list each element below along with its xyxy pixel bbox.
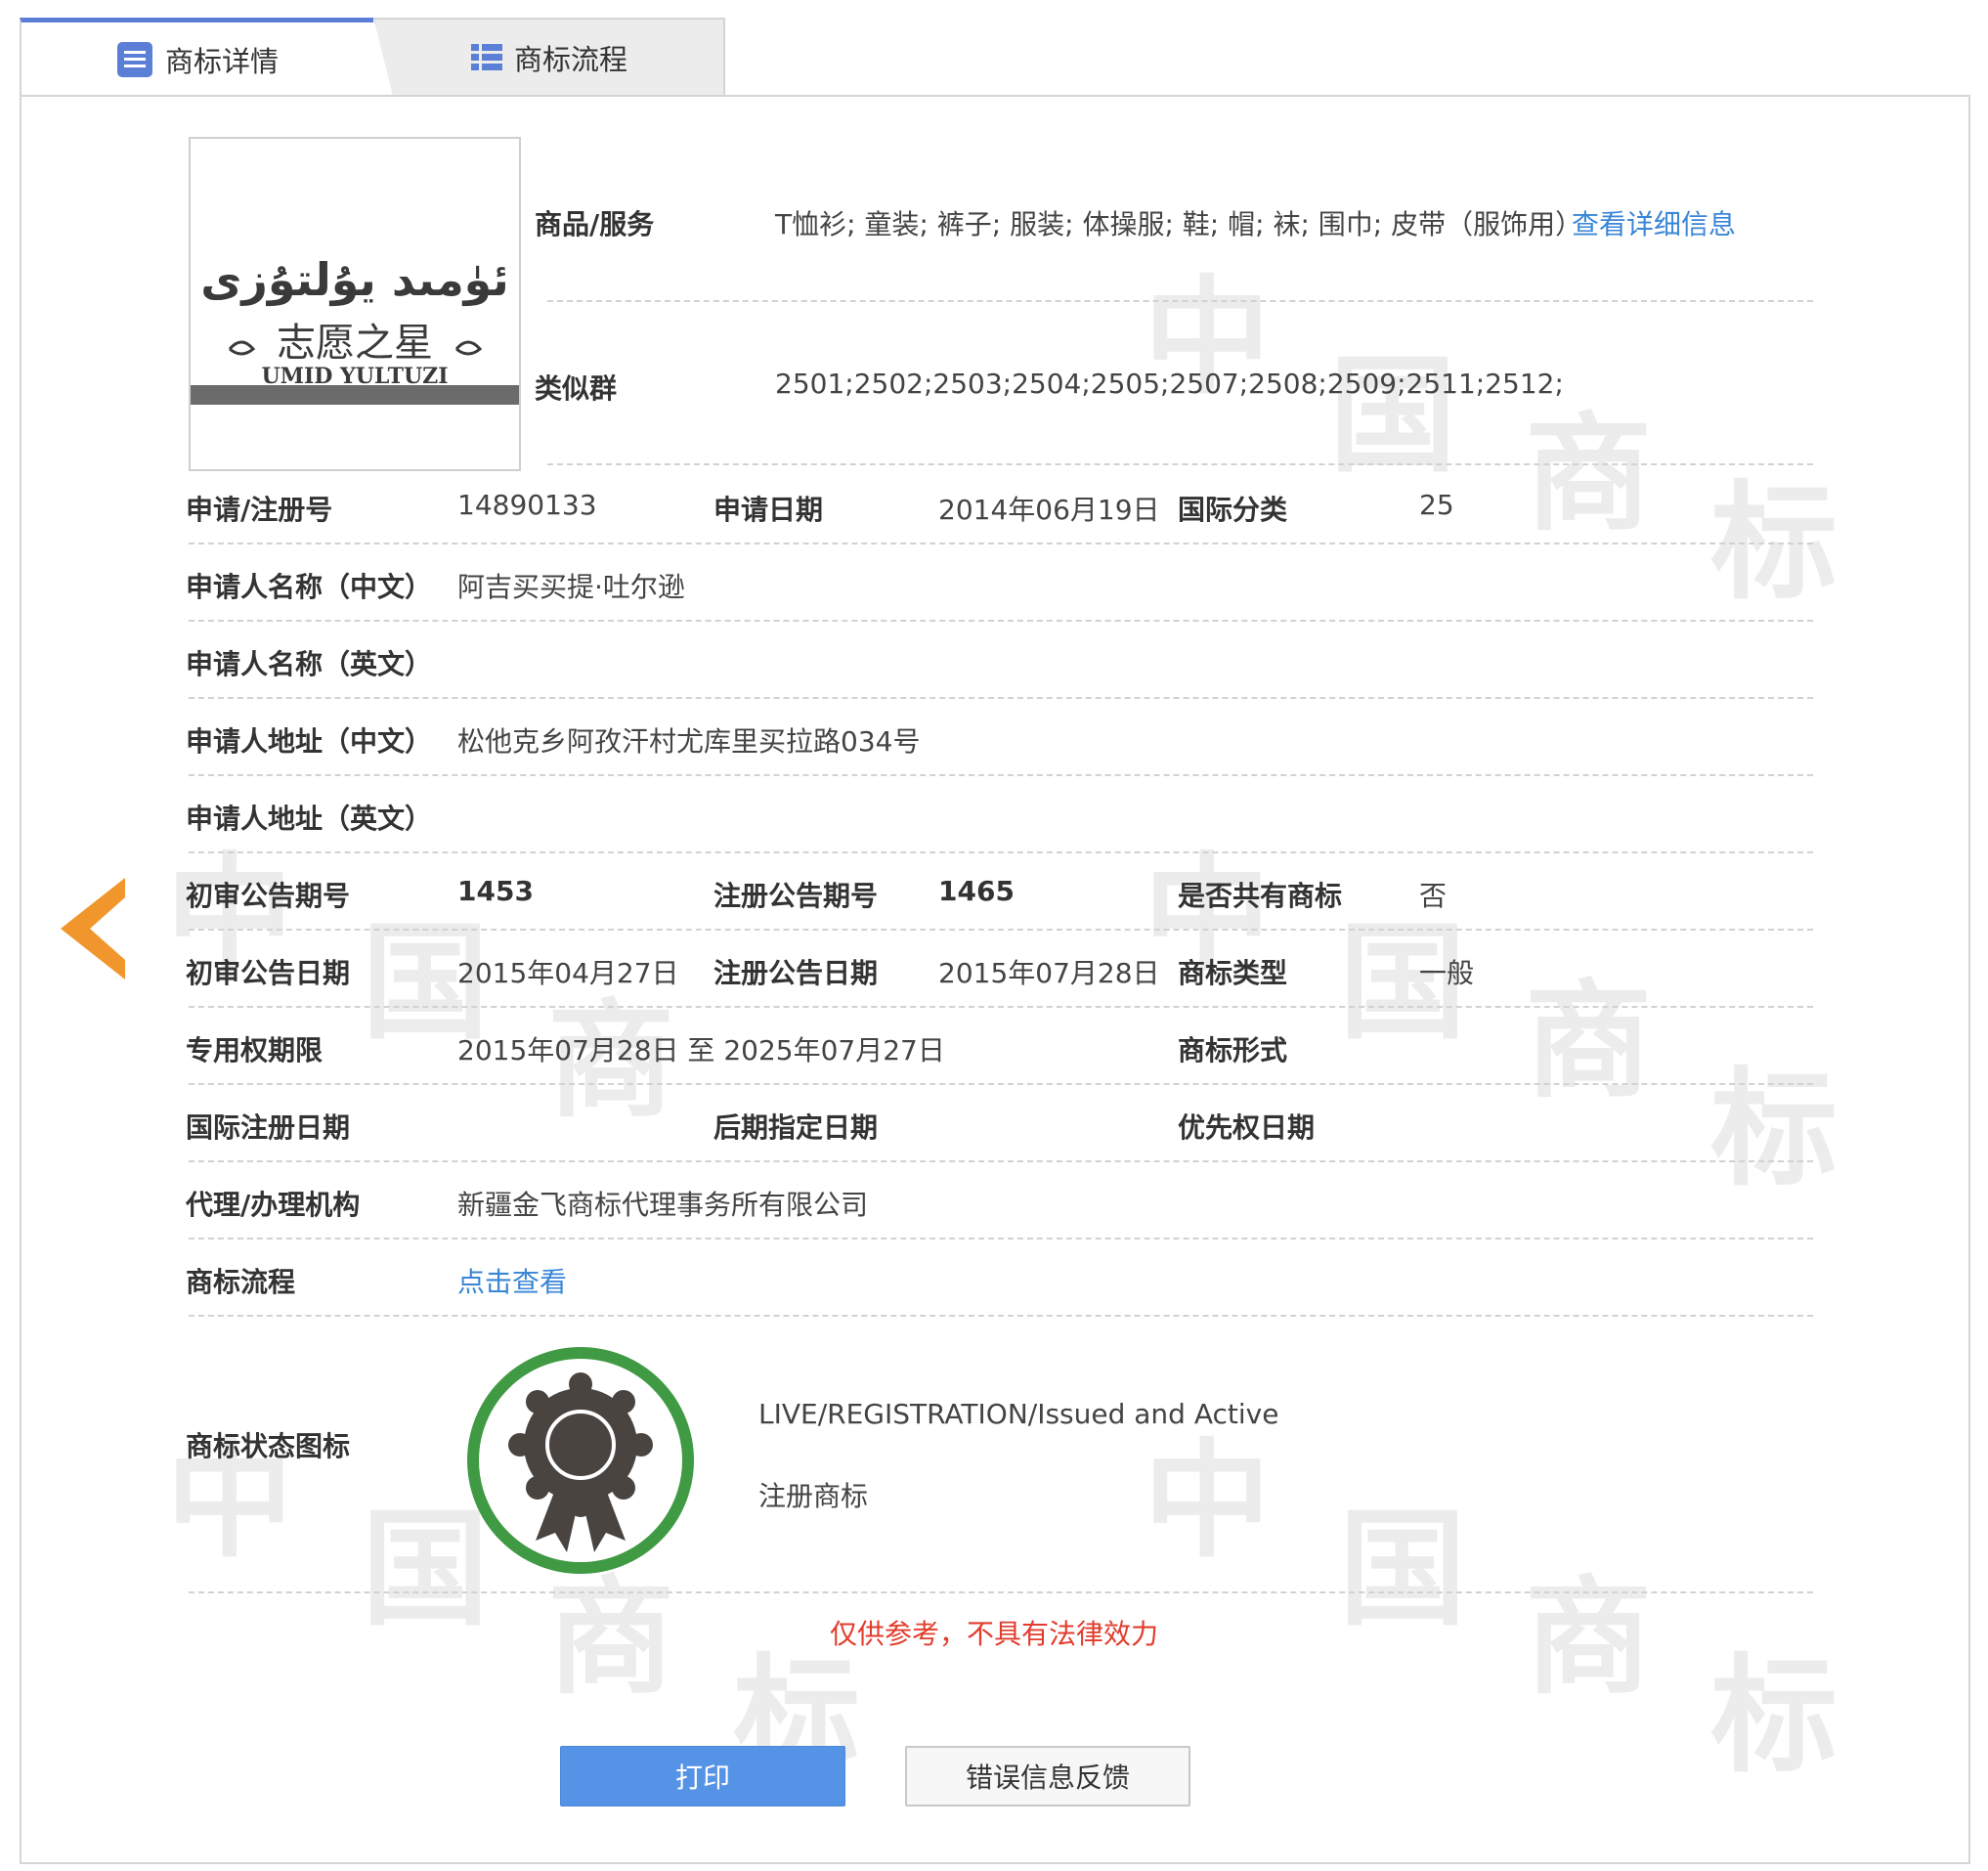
applicant-en-label: 申请人名称（英文）	[186, 648, 433, 680]
prelim-issue-value: 1453	[457, 875, 534, 907]
divider	[189, 697, 1813, 699]
reg-date-label: 注册公告日期	[713, 957, 879, 989]
status-en-value: LIVE/REGISTRATION/Issued and Active	[758, 1398, 1279, 1430]
legal-notice: 仅供参考，不具有法律效力	[829, 1618, 1158, 1650]
reg-issue-label: 注册公告期号	[713, 880, 879, 912]
prelim-date-label: 初审公告日期	[186, 957, 351, 989]
flow-list-icon	[470, 42, 502, 73]
divider	[189, 543, 1813, 544]
divider	[189, 1238, 1813, 1240]
similar-group-label: 类似群	[535, 372, 618, 405]
logo-chinese-text: 志愿之星	[277, 321, 433, 366]
divider	[189, 1160, 1813, 1162]
tm-type-value: 一般	[1419, 957, 1475, 989]
similar-group-value: 2501;2502;2503;2504;2505;2507;2508;2509;…	[775, 368, 1564, 400]
divider	[189, 1083, 1813, 1085]
divider	[547, 463, 1813, 465]
applicant-cn-value: 阿吉买买提·吐尔逊	[457, 571, 685, 603]
applicant-cn-label: 申请人名称（中文）	[186, 571, 433, 603]
agency-value: 新疆金飞商标代理事务所有限公司	[457, 1189, 869, 1221]
view-details-link[interactable]: 查看详细信息	[1572, 203, 1736, 242]
prelim-date-value: 2015年04月27日	[457, 957, 679, 989]
address-en-label: 申请人地址（英文）	[186, 803, 433, 835]
process-label: 商标流程	[186, 1266, 296, 1298]
goods-value: T恤衫; 童装; 裤子; 服装; 体操服; 鞋; 帽; 袜; 围巾; 皮带（服饰…	[775, 208, 1583, 240]
divider	[189, 1591, 1813, 1593]
divider	[189, 620, 1813, 622]
status-icon-label: 商标状态图标	[186, 1430, 351, 1462]
priority-date-label: 优先权日期	[1178, 1111, 1316, 1144]
reg-no-value: 14890133	[457, 489, 597, 521]
tab-label: 商标流程	[513, 43, 627, 76]
tab-trademark-process[interactable]: 商标流程	[373, 18, 725, 96]
divider	[189, 1315, 1813, 1317]
tab-trademark-details[interactable]: 商标详情	[20, 18, 373, 96]
goods-label: 商品/服务	[535, 208, 655, 240]
watermark-char: 标	[1710, 468, 1838, 617]
tm-form-label: 商标形式	[1178, 1034, 1288, 1066]
divider	[189, 774, 1813, 776]
address-cn-label: 申请人地址（中文）	[186, 725, 433, 758]
shared-label: 是否共有商标	[1178, 880, 1343, 912]
trademark-image: ئۈمىد يۇلتۇزى 志愿之星 UMID YULTUZI	[189, 137, 521, 471]
agency-label: 代理/办理机构	[186, 1189, 361, 1221]
reg-no-label: 申请/注册号	[186, 494, 333, 526]
tab-bar: 商标详情 商标流程	[20, 18, 725, 96]
reg-issue-value: 1465	[938, 875, 1015, 907]
registered-badge-icon	[465, 1345, 696, 1580]
error-feedback-button[interactable]: 错误信息反馈	[905, 1746, 1190, 1806]
later-designation-label: 后期指定日期	[713, 1111, 879, 1144]
divider	[189, 929, 1813, 931]
print-button[interactable]: 打印	[560, 1746, 845, 1806]
reg-date-value: 2015年07月28日	[938, 957, 1160, 989]
intl-class-label: 国际分类	[1178, 494, 1288, 526]
prelim-issue-label: 初审公告期号	[186, 880, 351, 912]
intl-reg-date-label: 国际注册日期	[186, 1111, 351, 1144]
watermark-char: 商	[1525, 967, 1653, 1115]
shared-value: 否	[1419, 880, 1448, 912]
app-date-label: 申请日期	[713, 494, 824, 526]
intl-class-value: 25	[1419, 489, 1454, 521]
logo-uyghur-text: ئۈمىد يۇلتۇزى	[200, 253, 509, 306]
watermark-char: 国	[1329, 341, 1457, 490]
back-arrow-icon[interactable]	[61, 878, 125, 983]
address-cn-value: 松他克乡阿孜汗村尤库里买拉路034号	[457, 725, 921, 758]
tm-type-label: 商标类型	[1178, 957, 1288, 989]
tab-label: 商标详情	[164, 44, 279, 78]
watermark-char: 标	[1710, 1055, 1838, 1203]
divider	[189, 851, 1813, 853]
status-cn-value: 注册商标	[758, 1480, 869, 1512]
exclusive-period-value: 2015年07月28日 至 2025年07月27日	[457, 1034, 945, 1066]
app-date-value: 2014年06月19日	[938, 494, 1160, 526]
view-process-link[interactable]: 点击查看	[457, 1261, 567, 1300]
divider	[189, 1006, 1813, 1008]
divider	[547, 300, 1813, 302]
exclusive-period-label: 专用权期限	[186, 1034, 324, 1066]
list-icon	[116, 41, 153, 78]
